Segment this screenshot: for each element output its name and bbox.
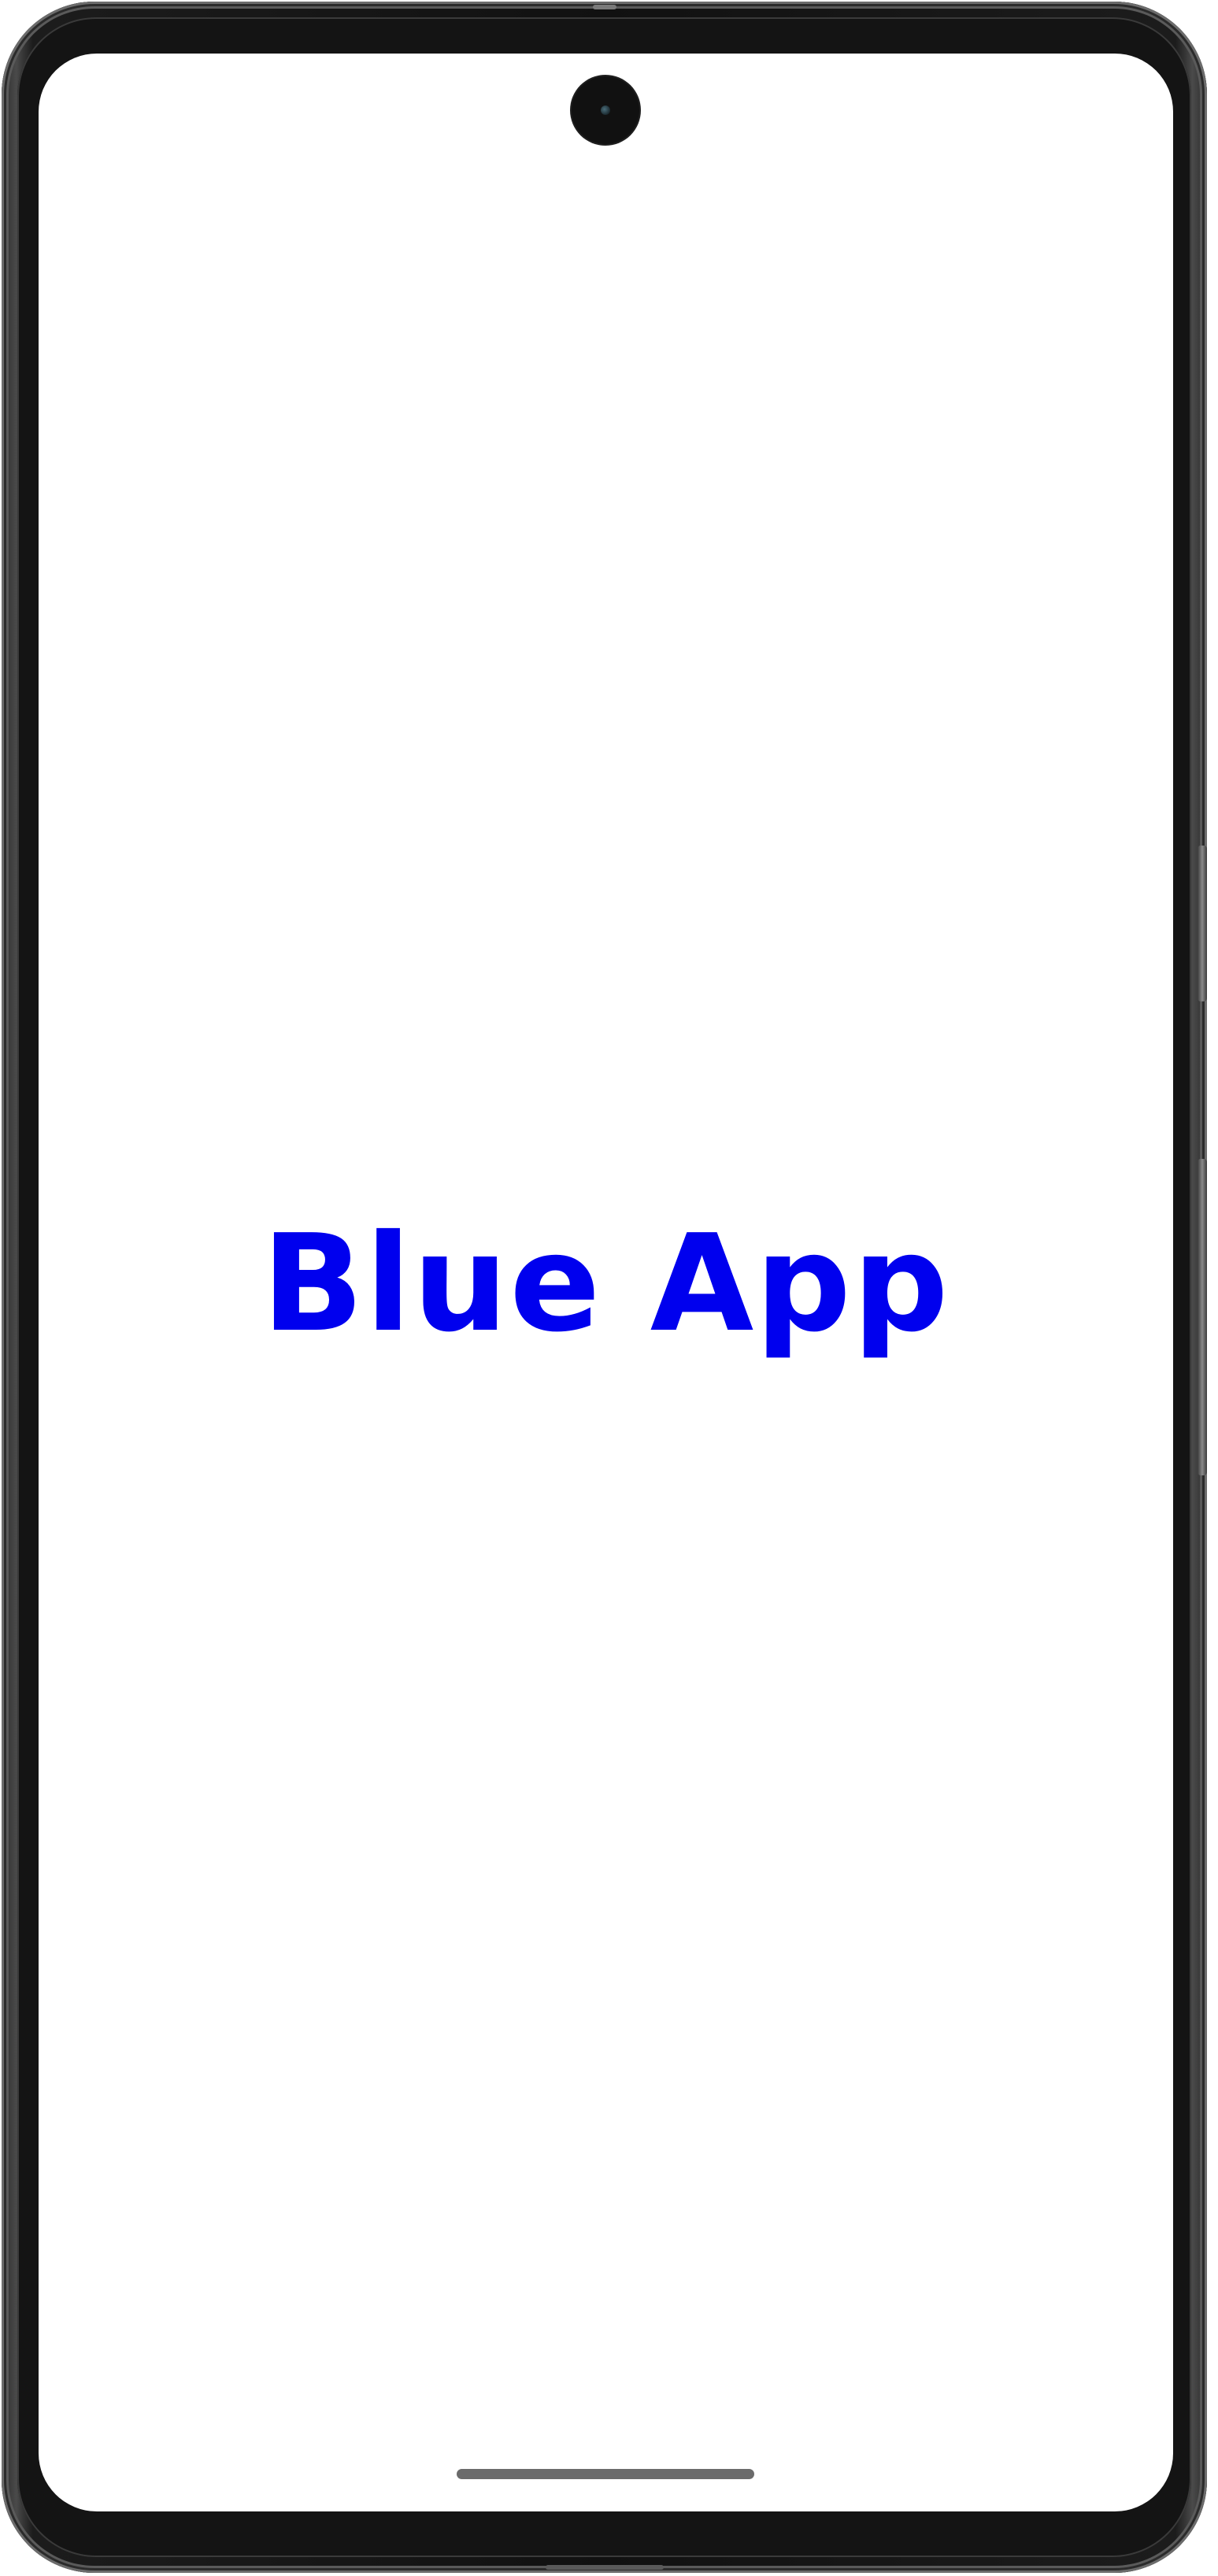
phone-frame: Blue App (2, 2, 1207, 2573)
app-title: Blue App (261, 1206, 950, 1362)
app-screen: Blue App (39, 54, 1173, 2511)
home-indicator[interactable] (457, 2469, 754, 2479)
front-camera-icon (572, 76, 639, 144)
volume-button (1198, 846, 1207, 1001)
power-button (1198, 1159, 1207, 1475)
top-frame-slit (592, 5, 616, 9)
bottom-frame-slit (545, 2565, 664, 2570)
